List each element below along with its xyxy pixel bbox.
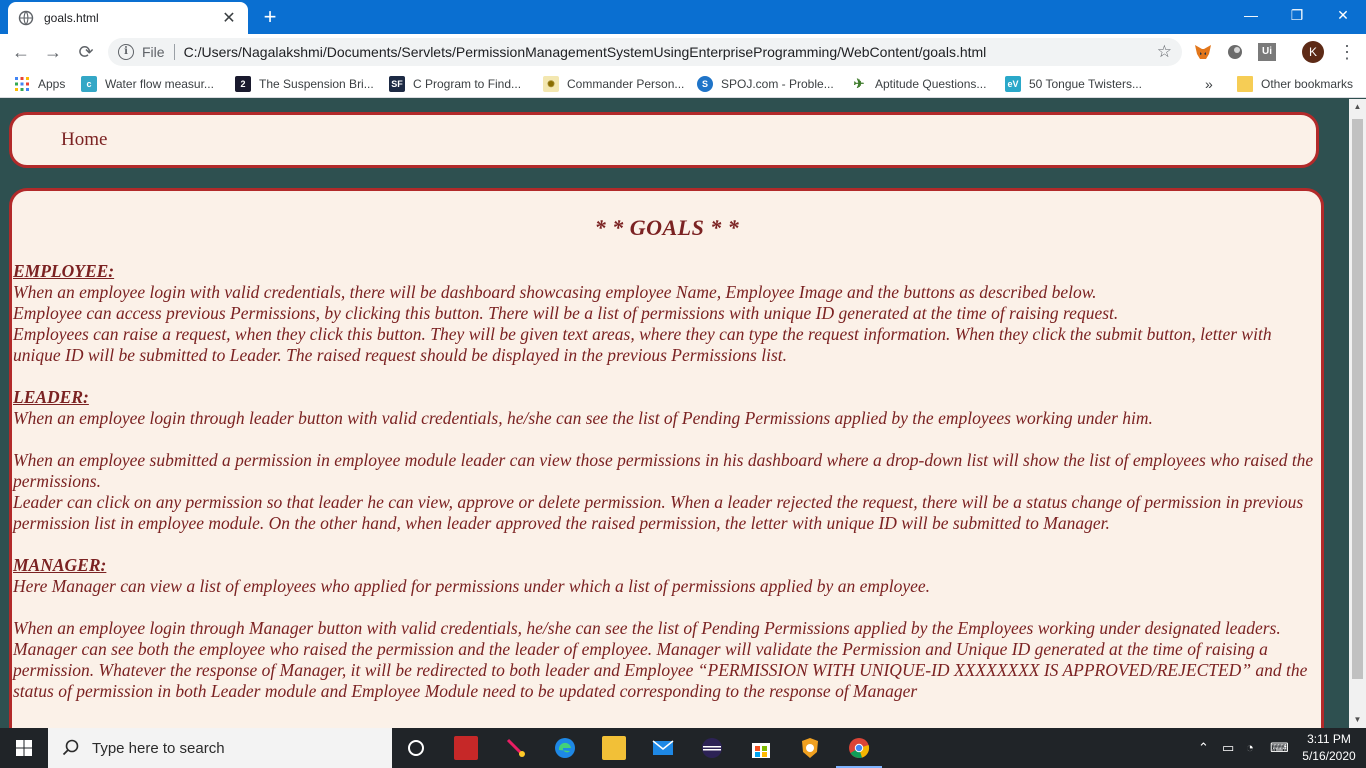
employee-line: Employee can access previous Permissions… <box>13 303 1119 323</box>
forward-arrow-icon[interactable]: → <box>40 40 66 64</box>
taskbar-search[interactable]: Type here to search <box>48 728 392 768</box>
spoj-favicon-icon: S <box>697 76 713 92</box>
browser-tab[interactable]: goals.html ✕ <box>8 2 248 34</box>
back-arrow-icon[interactable]: ← <box>8 40 34 64</box>
restore-button[interactable]: ❐ <box>1274 0 1320 30</box>
brave-browser-icon[interactable] <box>798 736 822 760</box>
ui-extension-icon[interactable]: Ui <box>1258 43 1276 61</box>
reload-icon[interactable]: ⟳ <box>73 40 99 64</box>
leader-line: When an employee submitted a permission … <box>13 450 1314 491</box>
bookmarks-bar: Apps c Water flow measur... 2 The Suspen… <box>0 70 1366 98</box>
apps-grid-icon <box>15 77 29 91</box>
employee-line: Employees can raise a request, when they… <box>13 324 1272 365</box>
aptitude-favicon-icon: ✈ <box>851 76 867 92</box>
task-view-icon[interactable] <box>404 736 428 760</box>
omnibox-separator <box>173 44 175 60</box>
close-tab-icon[interactable]: ✕ <box>220 8 238 28</box>
mail-icon[interactable] <box>651 736 675 760</box>
tab-title: goals.html <box>44 11 99 25</box>
bookmark-tongue-twisters[interactable]: eV 50 Tongue Twisters... <box>1005 75 1142 93</box>
bookmark-label: 50 Tongue Twisters... <box>1029 77 1142 91</box>
scrollbar-thumb[interactable] <box>1352 119 1363 679</box>
windows-taskbar: Type here to search ⌃ ▭ ◔ ⌨ 3:11 PM 5/16… <box>0 728 1366 768</box>
bookmark-other[interactable]: Other bookmarks <box>1237 75 1353 93</box>
bookmark-star-icon[interactable]: ☆ <box>1157 42 1172 62</box>
commander-favicon-icon: ✺ <box>543 76 559 92</box>
bookmark-water-flow[interactable]: c Water flow measur... <box>81 75 214 93</box>
scroll-up-arrow-icon[interactable]: ▲ <box>1349 99 1366 115</box>
bookmark-label: Commander Person... <box>567 77 685 91</box>
bookmark-label: Other bookmarks <box>1261 77 1354 91</box>
battery-icon[interactable]: ▭ <box>1222 740 1234 756</box>
new-tab-button[interactable]: + <box>258 4 282 30</box>
page-title: * * GOALS * * <box>594 215 740 240</box>
search-placeholder: Type here to search <box>92 739 225 757</box>
windows-start-icon[interactable] <box>0 728 48 768</box>
browser-toolbar: ← → ⟳ i File C:/Users/Nagalakshmi/Docume… <box>0 34 1366 70</box>
bookmark-label: Water flow measur... <box>105 77 214 91</box>
browser-tab-strip: goals.html ✕ + — ❐ ✕ <box>0 0 1366 34</box>
nav-bar: Home <box>9 112 1319 168</box>
menu-kebab-icon[interactable]: ⋮ <box>1334 40 1360 64</box>
bookmarks-overflow-chevron-icon[interactable]: » <box>1205 75 1213 93</box>
info-icon[interactable]: i <box>118 44 134 60</box>
employee-line: When an employee login with valid creden… <box>13 282 1097 302</box>
chrome-icon[interactable] <box>847 736 871 760</box>
bookmark-apps[interactable]: Apps <box>14 75 65 93</box>
metamask-fox-icon[interactable] <box>1194 43 1212 61</box>
bookmark-c-program[interactable]: SF C Program to Find... <box>389 75 521 93</box>
page-scrollbar[interactable]: ▲ ▼ <box>1349 99 1366 728</box>
clock-date: 5/16/2020 <box>1302 749 1356 763</box>
store-icon[interactable] <box>749 736 773 760</box>
extension-circle-icon[interactable] <box>1226 43 1244 61</box>
keyboard-icon[interactable]: ⌨ <box>1270 740 1289 756</box>
bookmark-commander[interactable]: ✺ Commander Person... <box>543 75 684 93</box>
leader-heading: LEADER: <box>13 387 89 407</box>
bookmark-suspension-bridge[interactable]: 2 The Suspension Bri... <box>235 75 374 93</box>
number-2-favicon-icon: 2 <box>235 76 251 92</box>
address-bar[interactable]: i File C:/Users/Nagalakshmi/Documents/Se… <box>108 38 1182 66</box>
profile-avatar[interactable]: K <box>1302 41 1324 63</box>
wifi-icon[interactable]: ◔ <box>1246 740 1254 755</box>
file-explorer-icon[interactable] <box>602 736 626 760</box>
page-viewport: Home * * GOALS * * EMPLOYEE: When an emp… <box>0 99 1349 728</box>
ev-favicon-icon: eV <box>1005 76 1021 92</box>
bookmark-label: The Suspension Bri... <box>259 77 374 91</box>
folder-icon <box>1237 76 1253 92</box>
search-icon <box>62 739 79 756</box>
employee-heading: EMPLOYEE: <box>13 261 115 281</box>
tray-chevron-up-icon[interactable]: ⌃ <box>1198 740 1209 756</box>
paint-app-icon[interactable] <box>504 736 528 760</box>
bookmark-label: SPOJ.com - Proble... <box>721 77 834 91</box>
bookmark-label: Aptitude Questions... <box>875 77 987 91</box>
url-text[interactable]: C:/Users/Nagalakshmi/Documents/Servlets/… <box>184 44 1157 60</box>
sf-favicon-icon: SF <box>389 76 405 92</box>
omnibox-scheme: File <box>142 44 165 60</box>
manager-line: When an employee login through Manager b… <box>13 618 1308 701</box>
scroll-down-arrow-icon[interactable]: ▼ <box>1349 712 1366 728</box>
leader-line: Leader can click on any permission so th… <box>13 492 1304 533</box>
edge-browser-icon[interactable] <box>553 736 577 760</box>
minimize-button[interactable]: — <box>1228 0 1274 30</box>
home-link[interactable]: Home <box>61 129 107 151</box>
manager-heading: MANAGER: <box>13 555 107 575</box>
bookmark-label: C Program to Find... <box>413 77 522 91</box>
manager-line: Here Manager can view a list of employee… <box>13 576 931 596</box>
eclipse-ide-icon[interactable] <box>700 736 724 760</box>
globe-icon <box>18 10 34 26</box>
leader-line: When an employee login through leader bu… <box>13 408 1153 428</box>
bookmark-aptitude[interactable]: ✈ Aptitude Questions... <box>851 75 986 93</box>
books-app-icon[interactable] <box>454 736 478 760</box>
bookmark-label: Apps <box>38 77 66 91</box>
clock-time: 3:11 PM <box>1307 732 1351 746</box>
system-clock[interactable]: 3:11 PM 5/16/2020 <box>1296 731 1362 765</box>
c4u-favicon-icon: c <box>81 76 97 92</box>
bookmark-spoj[interactable]: S SPOJ.com - Proble... <box>697 75 834 93</box>
window-close-button[interactable]: ✕ <box>1320 0 1366 30</box>
goals-panel: * * GOALS * * EMPLOYEE: When an employee… <box>9 188 1324 728</box>
